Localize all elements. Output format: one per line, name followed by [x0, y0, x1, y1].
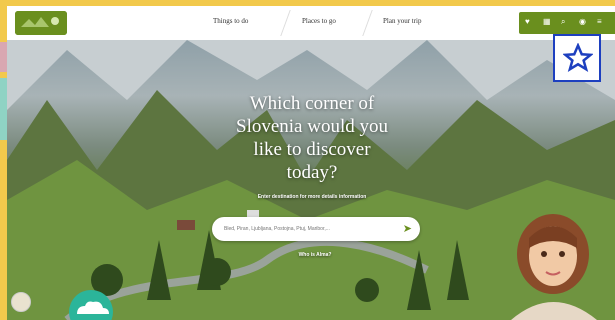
send-icon[interactable]: ➤: [403, 222, 412, 236]
destination-search-box: ➤: [212, 217, 420, 241]
hero-subtitle: Enter destination for more details infor…: [257, 194, 367, 200]
browser-viewport: Things to do Places to go Plan your trip…: [7, 6, 615, 320]
heart-icon[interactable]: ♥: [525, 17, 530, 26]
profile-icon[interactable]: [11, 292, 31, 312]
nav-link-plan-your-trip[interactable]: Plan your trip: [383, 17, 422, 25]
left-edge-accent-teal: [0, 78, 7, 140]
nav-link-places-to-go[interactable]: Places to go: [302, 17, 336, 25]
menu-icon[interactable]: ≡: [597, 17, 602, 26]
hero-headline: Which corner of Slovenia would you like …: [197, 92, 427, 184]
favorite-button[interactable]: [553, 34, 601, 82]
nav-divider: [280, 10, 291, 36]
site-logo[interactable]: [15, 11, 67, 35]
utility-bar: ♥ ▦ ⌕ ◉ ≡: [519, 12, 615, 34]
headline-line: Slovenia would you: [236, 116, 388, 137]
destination-search-input[interactable]: [224, 223, 394, 235]
top-navigation-bar: Things to do Places to go Plan your trip…: [7, 6, 615, 40]
assistant-avatar[interactable]: [497, 198, 615, 320]
headline-line: Which corner of: [249, 93, 375, 114]
language-icon[interactable]: ◉: [579, 17, 586, 26]
nav-divider: [362, 10, 373, 36]
slovenia-logo-icon: [15, 11, 67, 35]
search-icon[interactable]: ⌕: [561, 17, 565, 27]
left-edge-accent-pink: [0, 42, 7, 72]
headline-line: today?: [286, 162, 338, 183]
map-icon[interactable]: ▦: [543, 17, 551, 26]
cloud-badge-icon: [53, 288, 129, 320]
nav-link-things-to-do[interactable]: Things to do: [213, 17, 248, 25]
headline-line: like to discover: [253, 139, 371, 160]
star-outline-icon: [563, 43, 593, 73]
who-is-alma-link[interactable]: Who is Alma?: [290, 248, 340, 263]
